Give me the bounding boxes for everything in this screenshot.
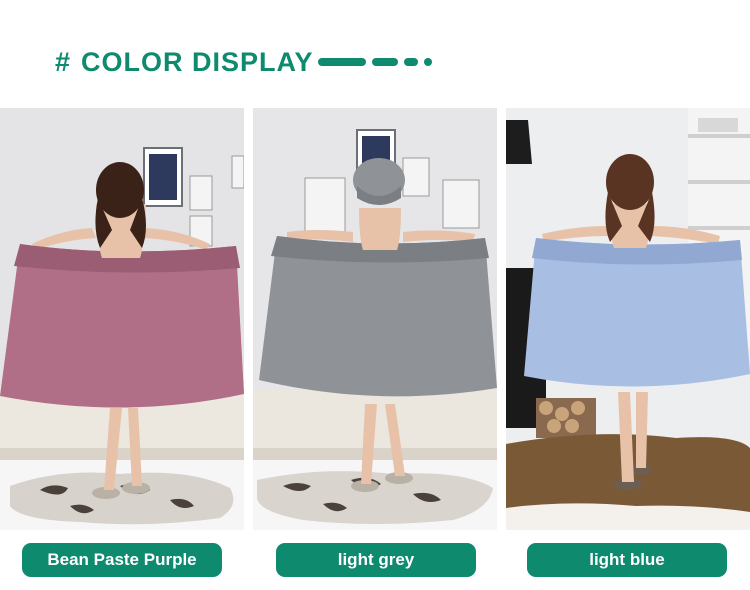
color-photo-light-blue[interactable] — [506, 108, 750, 530]
hash-icon: # — [55, 46, 72, 77]
color-photo-light-grey[interactable] — [253, 108, 497, 530]
photo-illustration — [506, 108, 750, 530]
color-option-light-blue[interactable]: light blue — [527, 543, 727, 577]
photo-illustration — [0, 108, 244, 530]
color-photo-bean-paste-purple[interactable] — [0, 108, 244, 530]
color-option-bean-paste-purple[interactable]: Bean Paste Purple — [22, 543, 222, 577]
decorative-dashes — [318, 57, 438, 67]
section-header: # COLOR DISPLAY — [0, 0, 750, 108]
color-option-light-grey[interactable]: light grey — [276, 543, 476, 577]
section-title: # COLOR DISPLAY — [55, 44, 314, 80]
section-title-text: COLOR DISPLAY — [81, 46, 314, 77]
photo-illustration — [253, 108, 497, 530]
